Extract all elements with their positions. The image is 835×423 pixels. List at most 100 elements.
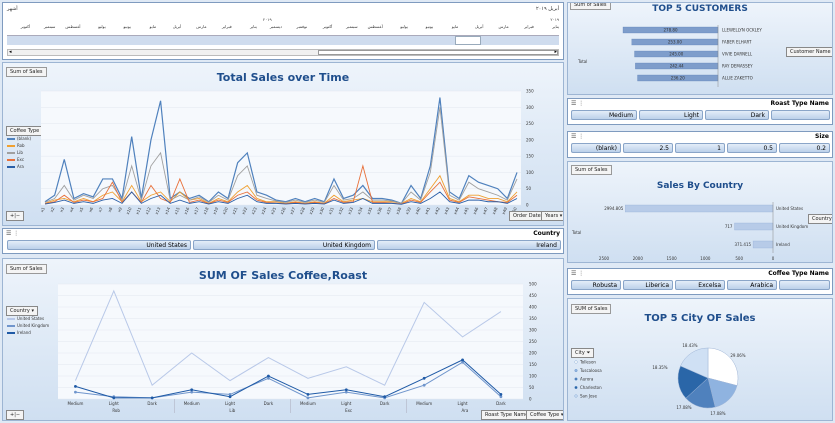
legend-label: Charleston: [580, 385, 602, 390]
timeline-month[interactable]: أبريل: [173, 24, 182, 29]
timeline-month[interactable]: فبراير: [524, 24, 534, 29]
slicer-item-0-5[interactable]: 0.5: [727, 143, 777, 153]
slicer-item-united-kingdom[interactable]: United Kingdom: [193, 240, 375, 250]
expand-collapse-button[interactable]: +|−: [6, 211, 25, 221]
years-filter-button[interactable]: Years ▾: [541, 211, 563, 221]
timeline-month[interactable]: أكتوبر: [21, 24, 31, 29]
timeline-month[interactable]: أكتوبر: [323, 24, 333, 29]
series-point: [344, 388, 348, 392]
x-tick-label: Medium: [300, 401, 316, 406]
coffee-type-axis-label: Coffee Type: [530, 412, 560, 418]
order-date-timeline[interactable]: أشهر أبريل ٢٠١٩ ٢٠١٩ ٢٠١٩ يناير فبراير مار…: [2, 2, 564, 60]
series-point: [267, 374, 270, 378]
timeline-bar[interactable]: [7, 35, 559, 45]
series-point: [112, 396, 116, 400]
slicer-item-united-states[interactable]: United States: [7, 240, 191, 250]
roast-type-slicer[interactable]: ☰ ⋮ Roast Type Name Medium Light Dark: [567, 98, 833, 125]
slice-value-label: 17.08%: [710, 411, 725, 416]
expand-collapse-button[interactable]: +|−: [6, 410, 25, 420]
slicer-item-light[interactable]: Light: [639, 110, 703, 120]
y-tick-label: 0: [529, 397, 532, 402]
slicer-item-1[interactable]: 1: [675, 143, 725, 153]
slicer-multiselect-icon[interactable]: ☰ ⋮: [6, 230, 19, 237]
coffee-type-slicer[interactable]: ☰ ⋮ Coffee Type Name Robusta Liberica Ex…: [567, 268, 833, 295]
timeline-month[interactable]: يناير: [250, 24, 257, 29]
timeline-selected-period[interactable]: [455, 36, 481, 45]
x-tick-label: x43: [443, 206, 451, 215]
slicer-item-medium[interactable]: Medium: [571, 110, 637, 120]
legend-swatch: [574, 394, 578, 398]
slicer-multiselect-icon[interactable]: ☰ ⋮: [571, 270, 584, 277]
x-tick-label: x26: [279, 206, 287, 215]
x-tick-label: x16: [183, 206, 191, 215]
bar-value-label: 236.20: [671, 76, 685, 81]
customer-name-filter-button[interactable]: Customer Name ⏷: [786, 47, 832, 57]
x-tick-label: Dark: [496, 401, 506, 406]
bar-value-label: 242.44: [670, 64, 684, 69]
bar: [625, 204, 774, 213]
slicer-item-0-2[interactable]: 0.2: [779, 143, 830, 153]
timeline-month[interactable]: مايو: [452, 24, 459, 29]
timeline-month[interactable]: يوليو: [98, 24, 106, 29]
timeline-scrollbar[interactable]: ◂ ▸: [7, 49, 559, 56]
timeline-month[interactable]: يونيو: [426, 24, 434, 29]
y-tick-label: 250: [526, 121, 534, 126]
slicer-item-2-5[interactable]: 2.5: [623, 143, 673, 153]
scroll-left-icon[interactable]: ◂: [9, 49, 12, 55]
x-tick-label: x42: [433, 206, 441, 215]
y-tick-label: 150: [529, 362, 537, 367]
x-tick-label: x13: [154, 206, 162, 215]
y-tick-label: 200: [526, 137, 534, 142]
timeline-month[interactable]: نوفمبر: [296, 24, 307, 29]
slice-value-label: 18.43%: [682, 343, 697, 348]
country-slicer[interactable]: ☰ ⋮ Country United States United Kingdom…: [2, 228, 564, 254]
slicer-item-ireland[interactable]: Ireland: [377, 240, 561, 250]
slicer-multiselect-icon[interactable]: ☰ ⋮: [571, 133, 584, 140]
timeline-month[interactable]: ديسمبر: [270, 24, 282, 29]
category-label: Ireland: [776, 242, 790, 247]
row-label: Total: [571, 230, 581, 235]
slicer-item-excelsa[interactable]: Excelsa: [675, 280, 725, 290]
x-tick-label: x8: [107, 206, 114, 213]
slicer-item-blank[interactable]: [771, 110, 830, 120]
slicer-item-dark[interactable]: Dark: [705, 110, 769, 120]
y-tick-label: 50: [529, 385, 535, 390]
size-slicer[interactable]: ☰ ⋮ Size (blank) 2.5 1 0.5 0.2: [567, 131, 833, 158]
timeline-level-label[interactable]: أشهر: [7, 6, 18, 12]
timeline-month[interactable]: مارس: [498, 24, 508, 29]
slicer-multiselect-icon[interactable]: ☰ ⋮: [571, 100, 584, 107]
scroll-thumb[interactable]: [318, 50, 558, 55]
y-tick-label: 150: [526, 154, 534, 159]
x-group-label: Rob: [112, 408, 120, 413]
y-tick-label: 300: [529, 328, 537, 333]
country-filter-button[interactable]: Country ▾: [808, 214, 832, 224]
timeline-month[interactable]: سبتمبر: [44, 24, 56, 29]
x-tick-label: x11: [135, 206, 143, 215]
slicer-item-arabica[interactable]: Arabica: [727, 280, 777, 290]
timeline-month[interactable]: مايو: [150, 24, 157, 29]
timeline-month[interactable]: يونيو: [123, 24, 131, 29]
timeline-month[interactable]: أغسطس: [368, 24, 383, 29]
city-pie: 29.06% 17.08% 17.08% 18.35% 18.43% Tolleson Tu…: [574, 343, 746, 416]
timeline-month[interactable]: يناير: [552, 24, 559, 29]
timeline-month[interactable]: أغسطس: [65, 24, 80, 29]
slicer-item-liberica[interactable]: Liberica: [623, 280, 673, 290]
x-tick-label: x30: [318, 206, 326, 215]
bar-value-label: 2994.805: [604, 206, 624, 211]
timeline-month[interactable]: مارس: [196, 24, 206, 29]
slicer-item-blank[interactable]: (blank): [571, 143, 621, 153]
slicer-item-blank[interactable]: [779, 280, 830, 290]
top-city-chart: SUM of Sales TOP 5 City OF Sales City ⏷ …: [567, 298, 833, 421]
scroll-right-icon[interactable]: ▸: [554, 49, 557, 55]
x-tick-label: x9: [116, 206, 123, 213]
coffee-type-axis-filter-button[interactable]: Coffee Type ▾: [526, 410, 563, 420]
timeline-month[interactable]: سبتمبر: [346, 24, 358, 29]
timeline-month[interactable]: يوليو: [400, 24, 408, 29]
slicer-item-robusta[interactable]: Robusta: [571, 280, 621, 290]
timeline-month[interactable]: أبريل: [475, 24, 484, 29]
timeline-month[interactable]: فبراير: [222, 24, 232, 29]
series-point: [150, 396, 154, 400]
x-tick-label: x48: [491, 206, 499, 215]
series-point: [499, 393, 503, 396]
x-tick-label: x18: [202, 206, 210, 215]
